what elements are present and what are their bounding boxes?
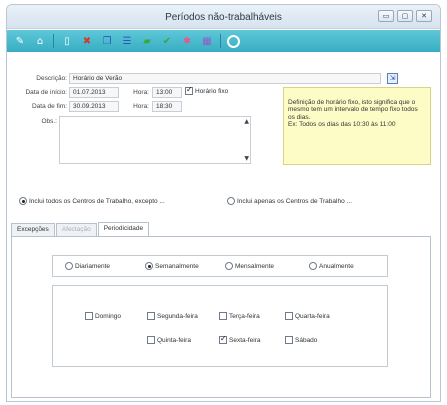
mensalmente-label: Mensalmente	[235, 262, 275, 270]
list-icon[interactable]: ☰	[120, 34, 134, 48]
checkbox-box[interactable]	[285, 336, 293, 344]
scope-only-radio[interactable]: Inclui apenas os Centros de Trabalho ...	[227, 197, 352, 205]
radio-circle[interactable]	[225, 262, 233, 270]
semanalmente-radio[interactable]: Semanalmente	[145, 262, 199, 270]
day-domingo[interactable]: Domingo	[85, 312, 121, 320]
calendar-icon[interactable]: ▦	[200, 34, 214, 48]
diariamente-radio[interactable]: Diariamente	[65, 262, 110, 270]
tab-periodicidade[interactable]: Periodicidade	[97, 222, 150, 236]
delete-icon[interactable]: ✖	[80, 34, 94, 48]
day-label: Terça-feira	[229, 312, 260, 320]
radio-circle[interactable]	[19, 197, 27, 205]
periodicity-group: Diariamente Semanalmente Mensalmente Anu…	[52, 255, 388, 277]
periodos-window: Períodos não-trabalháveis ▭ ▢ ✕ ✎ ⌂ ▯ ✖ …	[6, 4, 441, 402]
radio-circle[interactable]	[145, 262, 153, 270]
browse-icon[interactable]: ⇲	[387, 73, 398, 84]
window-title: Períodos não-trabalháveis	[165, 12, 282, 23]
checkbox-box[interactable]	[285, 312, 293, 320]
checkbox-box[interactable]	[185, 85, 193, 95]
horario-fixo-checkbox[interactable]: Horário fixo	[185, 85, 229, 95]
scroll-down-icon[interactable]: ▼	[244, 155, 249, 162]
day-label: Quinta-feira	[157, 336, 191, 344]
obs-textarea[interactable]: ▲ ▼	[59, 116, 251, 164]
day-quinta[interactable]: Quinta-feira	[147, 336, 191, 344]
descricao-field[interactable]: Horário de Verão	[69, 73, 381, 84]
checkbox-box[interactable]	[147, 336, 155, 344]
day-quarta[interactable]: Quarta-feira	[285, 312, 330, 320]
folder-icon[interactable]: ▰	[140, 34, 154, 48]
descricao-label: Descrição:	[36, 75, 67, 82]
check-icon[interactable]: ✔	[160, 34, 174, 48]
hora-fim-field[interactable]: 18:30	[152, 101, 182, 112]
mensalmente-radio[interactable]: Mensalmente	[225, 262, 274, 270]
day-sabado[interactable]: Sábado	[285, 336, 317, 344]
semanalmente-label: Semanalmente	[155, 262, 199, 270]
day-sexta[interactable]: Sexta-feira	[219, 334, 261, 344]
scope-all-radio[interactable]: Inclui todos os Centros de Trabalho, exc…	[19, 197, 165, 205]
day-label: Sexta-feira	[229, 336, 261, 344]
data-inicio-field[interactable]: 01.07.2013	[69, 87, 119, 98]
day-terca[interactable]: Terça-feira	[219, 312, 260, 320]
new-document-icon[interactable]: ▯	[60, 34, 74, 48]
toolbar-separator	[220, 34, 221, 48]
day-segunda[interactable]: Segunda-feira	[147, 312, 198, 320]
horario-fixo-label: Horário fixo	[195, 87, 229, 95]
hora-inicio-label: Hora:	[133, 89, 149, 96]
checkbox-box[interactable]	[147, 312, 155, 320]
home-icon[interactable]: ⌂	[33, 34, 47, 48]
title-bar: Períodos não-trabalháveis ▭ ▢ ✕	[7, 5, 440, 29]
data-fim-label: Data de fim:	[31, 103, 67, 110]
diariamente-label: Diariamente	[75, 262, 111, 270]
search-icon[interactable]: ✱	[180, 34, 194, 48]
hora-fim-label: Hora:	[133, 103, 149, 110]
copy-icon[interactable]: ❐	[100, 34, 114, 48]
toolbar-separator	[53, 34, 54, 48]
maximize-icon[interactable]: ▢	[397, 10, 413, 22]
day-label: Segunda-feira	[157, 312, 198, 320]
scope-only-label: Inclui apenas os Centros de Trabalho ...	[237, 197, 352, 205]
data-inicio-label: Data de início:	[25, 89, 67, 96]
restore-icon[interactable]: ▭	[378, 10, 394, 22]
tab-afectacao: Afectação	[55, 223, 97, 236]
hint-box: Definição de horário fixo, isto signific…	[283, 87, 431, 165]
scroll-up-icon[interactable]: ▲	[244, 118, 249, 125]
periodicidade-panel: Diariamente Semanalmente Mensalmente Anu…	[11, 236, 431, 398]
anualmente-radio[interactable]: Anualmente	[309, 262, 354, 270]
obs-label: Obs.:	[41, 118, 57, 125]
day-label: Sábado	[295, 336, 318, 344]
hint-text: Definição de horário fixo, isto signific…	[288, 98, 418, 129]
checkbox-box[interactable]	[219, 312, 227, 320]
close-icon[interactable]: ✕	[416, 10, 432, 22]
scope-all-label: Inclui todos os Centros de Trabalho, exc…	[29, 197, 165, 205]
hora-inicio-field[interactable]: 13:00	[152, 87, 182, 98]
wrench-icon[interactable]: ✎	[13, 34, 27, 48]
data-fim-field[interactable]: 30.09.2013	[69, 101, 119, 112]
tab-strip: Excepções Afectação Periodicidade	[11, 222, 150, 236]
radio-circle[interactable]	[227, 197, 235, 205]
checkbox-box[interactable]	[85, 312, 93, 320]
days-group: Domingo Segunda-feira Terça-feira Quarta…	[52, 285, 388, 367]
toolbar: ✎ ⌂ ▯ ✖ ❐ ☰ ▰ ✔ ✱ ▦	[7, 30, 440, 52]
anualmente-label: Anualmente	[319, 262, 354, 270]
radio-circle[interactable]	[309, 262, 317, 270]
refresh-icon[interactable]	[227, 34, 240, 48]
checkbox-box[interactable]	[219, 334, 227, 344]
day-label: Quarta-feira	[295, 312, 330, 320]
day-label: Domingo	[95, 312, 122, 320]
tab-excepcoes[interactable]: Excepções	[11, 223, 55, 236]
radio-circle[interactable]	[65, 262, 73, 270]
